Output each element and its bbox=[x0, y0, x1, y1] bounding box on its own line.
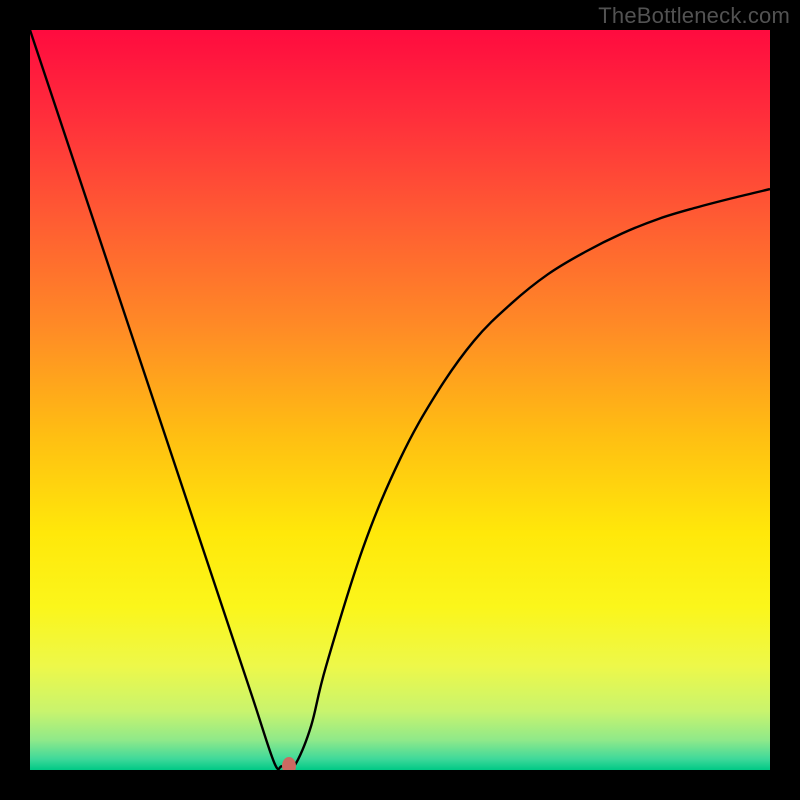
optimum-marker bbox=[282, 757, 296, 770]
watermark-text: TheBottleneck.com bbox=[598, 3, 790, 29]
curve-layer bbox=[30, 30, 770, 770]
plot-area bbox=[30, 30, 770, 770]
chart-frame: TheBottleneck.com bbox=[0, 0, 800, 800]
bottleneck-curve bbox=[30, 30, 770, 769]
